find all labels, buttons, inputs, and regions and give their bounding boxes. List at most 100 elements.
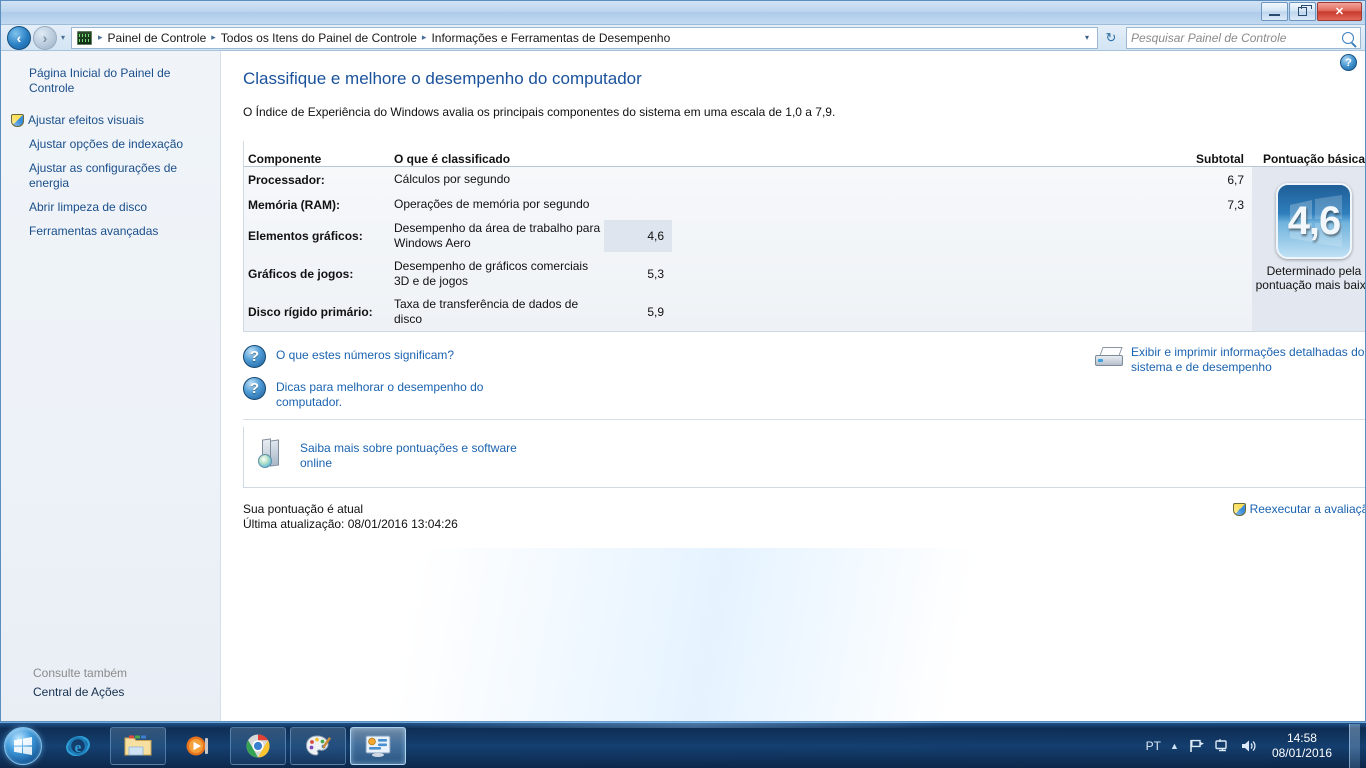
breadcrumb-item-1[interactable]: Todos os Itens do Painel de Controle: [218, 31, 420, 45]
sidebar-item-indexing-options[interactable]: Ajustar opções de indexação: [1, 134, 220, 155]
breadcrumb-separator: ▸: [209, 32, 218, 43]
row-description: Desempenho de gráficos comerciais 3D e d…: [394, 259, 604, 289]
rerun-assessment-button[interactable]: Reexecutar a avaliação: [1233, 502, 1365, 516]
row-subtotal: 5,9: [604, 296, 672, 328]
see-also-link-action-center[interactable]: Central de Ações: [1, 685, 220, 699]
start-button[interactable]: [0, 724, 46, 768]
help-question-icon: ?: [243, 377, 266, 400]
table-row: Memória (RAM): Operações de memória por …: [244, 192, 1252, 217]
status-footer: Sua pontuação é atual Última atualização…: [243, 502, 1365, 532]
action-center-flag-icon[interactable]: [1188, 738, 1205, 754]
taskbar-item-paint[interactable]: [290, 727, 346, 765]
help-question-icon: ?: [243, 345, 266, 368]
taskbar-item-google-chrome[interactable]: [230, 727, 286, 765]
table-header-row: Componente O que é classificado Subtotal…: [244, 141, 1365, 167]
sidebar: Página Inicial do Painel de Controle Aju…: [1, 51, 221, 721]
row-subtotal: 6,7: [1184, 170, 1252, 189]
window-controls: ✕: [1261, 2, 1362, 21]
rerun-label: Reexecutar a avaliação: [1250, 502, 1365, 516]
base-score-value: 4,6: [1288, 201, 1341, 241]
column-header-subtotal: Subtotal: [1184, 152, 1252, 166]
base-score-tile: 4,6: [1276, 183, 1352, 259]
breadcrumb-dropdown-icon[interactable]: ▾: [1079, 33, 1095, 42]
close-button[interactable]: ✕: [1317, 2, 1362, 21]
breadcrumb-item-0[interactable]: Painel de Controle: [105, 31, 210, 45]
sidebar-item-label: Abrir limpeza de disco: [29, 200, 147, 215]
taskbar-item-windows-explorer[interactable]: [110, 727, 166, 765]
row-subtotal: 5,3: [604, 258, 672, 290]
help-icon: ?: [1345, 57, 1352, 69]
sidebar-item-visual-effects[interactable]: Ajustar efeitos visuais: [1, 110, 220, 131]
restore-icon: [1298, 7, 1307, 16]
maximize-restore-button[interactable]: [1289, 2, 1316, 21]
score-table: Componente O que é classificado Subtotal…: [243, 141, 1365, 332]
table-row: Processador: Cálculos por segundo 6,7: [244, 167, 1252, 192]
row-subtotal: 4,6: [604, 220, 672, 252]
volume-icon[interactable]: [1240, 738, 1257, 754]
back-button[interactable]: ‹: [7, 26, 31, 50]
control-panel-icon: [77, 31, 92, 45]
table-body: Processador: Cálculos por segundo 6,7 Me…: [244, 167, 1365, 331]
row-description: Desempenho da área de trabalho para Wind…: [394, 221, 604, 251]
link-label: Exibir e imprimir informações detalhadas…: [1131, 345, 1365, 375]
forward-button[interactable]: ›: [33, 26, 57, 50]
online-scores-box: Saiba mais sobre pontuações e software o…: [243, 427, 1365, 488]
media-player-icon: [185, 734, 211, 758]
software-box-icon: [258, 439, 288, 469]
window-body: Página Inicial do Painel de Controle Aju…: [1, 51, 1365, 721]
row-subtotal: 7,3: [1184, 195, 1252, 214]
link-label: Dicas para melhorar o desempenho do comp…: [276, 377, 491, 410]
row-description: Taxa de transferência de dados de disco: [394, 297, 604, 327]
search-placeholder: Pesquisar Painel de Controle: [1131, 31, 1342, 45]
internet-explorer-icon: e: [65, 733, 91, 759]
row-description: Cálculos por segundo: [394, 172, 1184, 187]
score-rows: Processador: Cálculos por segundo 6,7 Me…: [244, 167, 1252, 331]
taskbar-item-control-panel[interactable]: [350, 727, 406, 765]
link-view-print-details[interactable]: Exibir e imprimir informações detalhadas…: [1095, 345, 1365, 375]
windows-start-orb-icon: [4, 727, 42, 765]
sidebar-item-control-panel-home[interactable]: Página Inicial do Painel de Controle: [1, 63, 220, 99]
sidebar-item-power-settings[interactable]: Ajustar as configurações de energia: [1, 158, 220, 194]
help-button[interactable]: ?: [1340, 54, 1357, 71]
section-divider: [243, 419, 1365, 420]
taskbar-item-windows-media-player[interactable]: [170, 727, 226, 765]
breadcrumb[interactable]: ▸ Painel de Controle ▸ Todos os Itens do…: [71, 27, 1098, 49]
language-indicator[interactable]: PT: [1146, 739, 1161, 753]
sidebar-item-advanced-tools[interactable]: Ferramentas avançadas: [1, 221, 220, 242]
refresh-icon: ↻: [1106, 30, 1117, 46]
sidebar-item-disk-cleanup[interactable]: Abrir limpeza de disco: [1, 197, 220, 218]
uac-shield-icon: [1233, 503, 1246, 516]
sidebar-item-label: Página Inicial do Painel de Controle: [29, 66, 210, 96]
recent-pages-button[interactable]: ▾: [57, 33, 69, 42]
page-title: Classifique e melhore o desempenho do co…: [243, 69, 1351, 89]
sidebar-item-label: Ajustar efeitos visuais: [28, 113, 144, 128]
window-titlebar[interactable]: ✕: [1, 1, 1365, 25]
taskbar-item-internet-explorer[interactable]: e: [50, 727, 106, 765]
see-also-heading: Consulte também: [1, 666, 220, 685]
sidebar-item-label: Ferramentas avançadas: [29, 224, 158, 239]
chevron-down-icon: ▾: [61, 33, 65, 42]
search-input[interactable]: Pesquisar Painel de Controle: [1126, 27, 1361, 49]
svg-text:e: e: [75, 740, 82, 756]
show-hidden-icons-button[interactable]: ▲: [1170, 741, 1179, 751]
link-learn-more-online[interactable]: Saiba mais sobre pontuações e software o…: [300, 439, 525, 471]
help-links: ? O que estes números significam? ? Dica…: [243, 345, 1365, 410]
see-also-section: Consulte também Central de Ações: [1, 666, 220, 699]
link-improve-performance-tips[interactable]: ? Dicas para melhorar o desempenho do co…: [243, 377, 1365, 410]
intro-text: O Índice de Experiência do Windows avali…: [243, 105, 1351, 119]
column-header-base-score: Pontuação básica: [1252, 152, 1365, 166]
network-icon[interactable]: [1214, 738, 1231, 754]
link-label: O que estes números significam?: [276, 345, 454, 363]
minimize-icon: [1269, 14, 1280, 16]
show-desktop-button[interactable]: [1349, 724, 1360, 768]
minimize-button[interactable]: [1261, 2, 1288, 21]
paint-palette-icon: [305, 734, 331, 758]
clock[interactable]: 14:58 08/01/2016: [1266, 731, 1338, 761]
desktop: ✕ ‹ › ▾ ▸ Painel de Controle ▸ Todos os …: [0, 0, 1366, 768]
breadcrumb-item-2[interactable]: Informações e Ferramentas de Desempenho: [428, 31, 673, 45]
breadcrumb-separator: ▸: [96, 32, 105, 43]
table-row: Elementos gráficos: Desempenho da área d…: [244, 217, 1252, 255]
uac-shield-icon: [11, 114, 24, 127]
refresh-button[interactable]: ↻: [1100, 27, 1122, 49]
arrow-left-icon: ‹: [17, 30, 22, 46]
